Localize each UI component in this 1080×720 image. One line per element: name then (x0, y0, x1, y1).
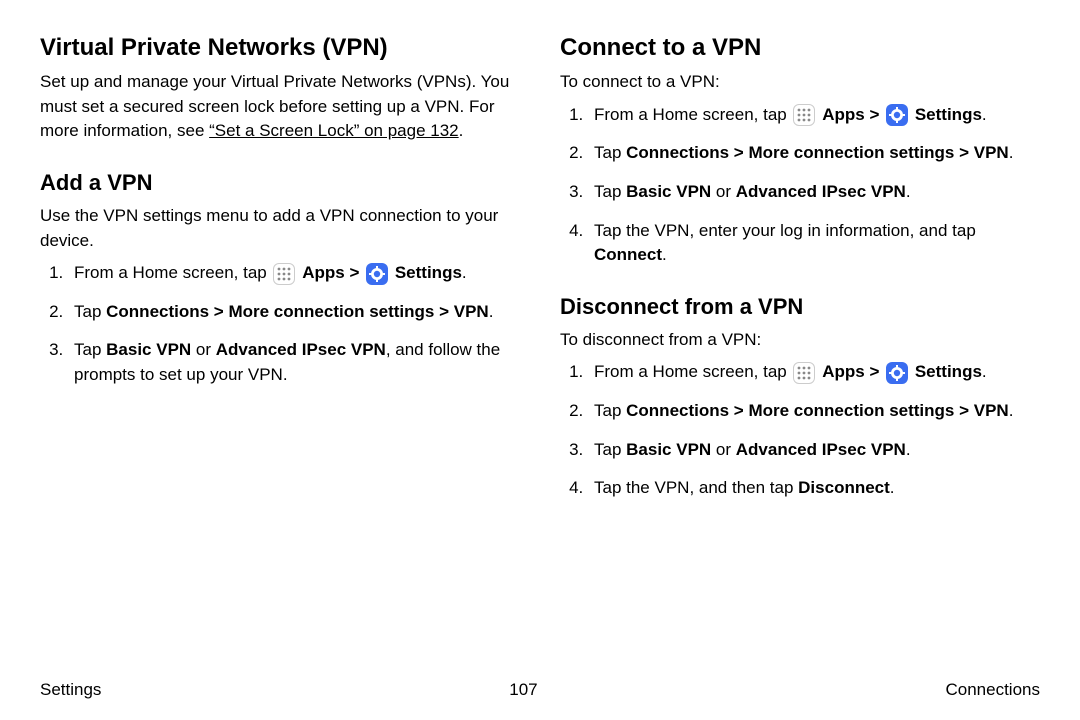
list-item: Tap Basic VPN or Advanced IPsec VPN, and… (68, 338, 520, 387)
apps-icon (793, 104, 815, 126)
apps-label: Apps (822, 362, 865, 381)
vpn-heading: Virtual Private Networks (VPN) (40, 34, 520, 62)
list-item: Tap Connections > More connection settin… (588, 399, 1040, 424)
step-text: Tap (594, 401, 626, 420)
step-text: From a Home screen, tap (594, 105, 791, 124)
list-item: From a Home screen, tap Apps > Settings. (588, 360, 1040, 385)
nav-path: Connections > More connection settings >… (626, 401, 1009, 420)
disconnect-vpn-heading: Disconnect from a VPN (560, 294, 1040, 320)
page-footer: Settings 107 Connections (40, 680, 1040, 700)
add-vpn-heading: Add a VPN (40, 170, 520, 196)
intro-post: . (459, 121, 464, 140)
disconnect-label: Disconnect (798, 478, 890, 497)
connect-vpn-steps: From a Home screen, tap Apps > Settings.… (588, 103, 1040, 268)
connect-label: Connect (594, 245, 662, 264)
list-item: Tap the VPN, enter your log in informati… (588, 219, 1040, 268)
step-text: Tap (594, 143, 626, 162)
settings-icon (886, 362, 908, 384)
basic-vpn-label: Basic VPN (626, 182, 711, 201)
step-text: Tap (594, 440, 626, 459)
left-column: Virtual Private Networks (VPN) Set up an… (40, 30, 520, 515)
step-text: Tap the VPN, enter your log in informati… (594, 221, 976, 240)
footer-left: Settings (40, 680, 101, 700)
basic-vpn-label: Basic VPN (626, 440, 711, 459)
step-text: or (191, 340, 216, 359)
step-text: Tap (594, 182, 626, 201)
settings-label: Settings (915, 105, 982, 124)
nav-path: Connections > More connection settings >… (626, 143, 1009, 162)
apps-label: Apps (822, 105, 865, 124)
settings-label: Settings (395, 263, 462, 282)
list-item: From a Home screen, tap Apps > Settings. (68, 261, 520, 286)
disconnect-vpn-desc: To disconnect from a VPN: (560, 328, 1040, 353)
vpn-intro: Set up and manage your Virtual Private N… (40, 70, 520, 144)
step-text: Tap (74, 340, 106, 359)
screen-lock-link[interactable]: “Set a Screen Lock” on page 132 (209, 121, 459, 140)
settings-icon (886, 104, 908, 126)
advanced-vpn-label: Advanced IPsec VPN (216, 340, 386, 359)
chevron-right-icon: > (869, 362, 879, 381)
advanced-vpn-label: Advanced IPsec VPN (736, 440, 906, 459)
settings-icon (366, 263, 388, 285)
step-text: From a Home screen, tap (74, 263, 271, 282)
step-text: Tap (74, 302, 106, 321)
list-item: Tap Basic VPN or Advanced IPsec VPN. (588, 180, 1040, 205)
disconnect-vpn-steps: From a Home screen, tap Apps > Settings.… (588, 360, 1040, 501)
list-item: Tap the VPN, and then tap Disconnect. (588, 476, 1040, 501)
nav-path: Connections > More connection settings >… (106, 302, 489, 321)
list-item: Tap Connections > More connection settin… (68, 300, 520, 325)
step-text: or (711, 182, 736, 201)
apps-label: Apps (302, 263, 345, 282)
footer-right: Connections (945, 680, 1040, 700)
add-vpn-steps: From a Home screen, tap Apps > Settings.… (68, 261, 520, 388)
connect-vpn-heading: Connect to a VPN (560, 34, 1040, 62)
chevron-right-icon: > (869, 105, 879, 124)
settings-label: Settings (915, 362, 982, 381)
apps-icon (793, 362, 815, 384)
page-number: 107 (509, 680, 537, 700)
list-item: Tap Basic VPN or Advanced IPsec VPN. (588, 438, 1040, 463)
right-column: Connect to a VPN To connect to a VPN: Fr… (560, 30, 1040, 515)
apps-icon (273, 263, 295, 285)
connect-vpn-desc: To connect to a VPN: (560, 70, 1040, 95)
step-text: Tap the VPN, and then tap (594, 478, 798, 497)
advanced-vpn-label: Advanced IPsec VPN (736, 182, 906, 201)
add-vpn-desc: Use the VPN settings menu to add a VPN c… (40, 204, 520, 253)
chevron-right-icon: > (349, 263, 359, 282)
step-text: or (711, 440, 736, 459)
step-text: From a Home screen, tap (594, 362, 791, 381)
list-item: From a Home screen, tap Apps > Settings. (588, 103, 1040, 128)
list-item: Tap Connections > More connection settin… (588, 141, 1040, 166)
basic-vpn-label: Basic VPN (106, 340, 191, 359)
